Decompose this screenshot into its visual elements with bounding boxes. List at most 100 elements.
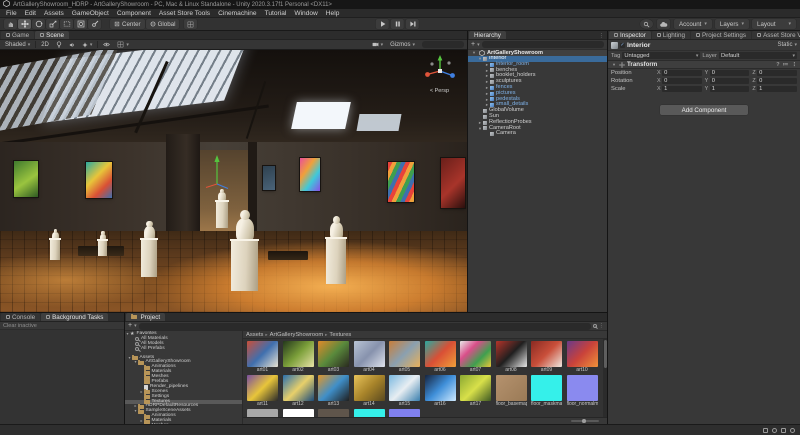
- layout-dropdown[interactable]: Layout▾: [752, 19, 796, 29]
- console-status-icon[interactable]: [763, 428, 768, 433]
- progress-status-icon[interactable]: [772, 428, 777, 433]
- expand-arrow-icon[interactable]: ▾: [611, 62, 617, 68]
- asset-thumb-art08[interactable]: art08: [496, 341, 527, 373]
- menu-item-assets[interactable]: Assets: [40, 10, 68, 17]
- tab-hierarchy[interactable]: Hierarchy: [469, 31, 506, 39]
- asset-thumb-art12[interactable]: art12: [283, 375, 314, 407]
- hierarchy-search-input[interactable]: [482, 41, 604, 48]
- transform-tool-button[interactable]: [74, 19, 87, 29]
- scene-lighting-toggle[interactable]: [54, 41, 64, 49]
- asset-thumb-floor-maskmap[interactable]: floor_maskmap: [531, 375, 562, 407]
- value-input[interactable]: 1: [710, 86, 750, 93]
- breadcrumb-segment-assets[interactable]: Assets: [246, 332, 263, 338]
- tab-lighting[interactable]: Lighting: [652, 31, 690, 39]
- tab-scene[interactable]: Scene: [35, 31, 69, 39]
- breadcrumb-segment-textures[interactable]: Textures: [329, 332, 351, 338]
- menu-item-file[interactable]: File: [2, 10, 21, 17]
- menu-item-gameobject[interactable]: GameObject: [68, 10, 113, 17]
- menu-item-help[interactable]: Help: [322, 10, 344, 17]
- scene-viewport[interactable]: < Persp: [0, 50, 467, 312]
- tab-project[interactable]: Project: [126, 313, 165, 321]
- value-input[interactable]: 0: [757, 78, 797, 85]
- presets-icon[interactable]: ≔: [783, 62, 789, 68]
- step-button[interactable]: [406, 19, 419, 29]
- pause-button[interactable]: [391, 19, 404, 29]
- account-dropdown[interactable]: Account▾: [674, 19, 712, 29]
- asset-thumb-art06[interactable]: art06: [425, 341, 456, 373]
- value-input[interactable]: 1: [662, 86, 702, 93]
- scene-grid-dropdown[interactable]: ▾: [115, 41, 131, 49]
- layers-dropdown[interactable]: Layers▾: [715, 19, 749, 29]
- value-input[interactable]: 1: [757, 86, 797, 93]
- tab-project-settings[interactable]: Project Settings: [691, 31, 751, 39]
- static-dropdown[interactable]: Static ▾: [777, 42, 797, 48]
- play-button[interactable]: [376, 19, 389, 29]
- value-input[interactable]: 0: [662, 78, 702, 85]
- asset-thumb-art01[interactable]: art01: [247, 341, 278, 373]
- tab-asset-store-validator[interactable]: Asset Store Validator: [752, 31, 800, 39]
- move-tool-button[interactable]: [18, 19, 31, 29]
- scene-visibility-toggle[interactable]: [101, 41, 112, 49]
- component-menu-icon[interactable]: ⋮: [792, 62, 798, 68]
- panel-menu-icon[interactable]: ⋮: [599, 33, 605, 39]
- cloud-collab-button[interactable]: [657, 19, 670, 29]
- scene-camera-dropdown[interactable]: ▾: [370, 41, 386, 49]
- scale-tool-button[interactable]: [46, 19, 59, 29]
- tab-inspector[interactable]: Inspector: [609, 31, 651, 39]
- menu-item-component[interactable]: Component: [113, 10, 155, 17]
- 2d-toggle[interactable]: 2D: [39, 41, 51, 49]
- gameobject-name[interactable]: Interior: [627, 42, 775, 49]
- panel-menu-icon[interactable]: ⋮: [599, 323, 605, 329]
- breadcrumb-segment-artgalleryshowroom[interactable]: ArtGalleryShowroom: [270, 332, 323, 338]
- tab-console[interactable]: Console: [1, 313, 40, 321]
- project-search-input[interactable]: [139, 323, 591, 330]
- help-icon[interactable]: ?: [776, 62, 779, 68]
- asset-thumb-floor-basemap[interactable]: floor_basemap: [496, 375, 527, 407]
- scene-search-input[interactable]: [422, 41, 464, 48]
- tag-dropdown[interactable]: Untagged ▾: [622, 52, 700, 59]
- asset-thumb-art04[interactable]: art04: [354, 341, 385, 373]
- asset-thumb-art03[interactable]: art03: [318, 341, 349, 373]
- value-input[interactable]: 0: [662, 70, 702, 77]
- asset-thumb-art07[interactable]: art07: [460, 341, 491, 373]
- menu-item-tutorial[interactable]: Tutorial: [261, 10, 291, 17]
- hierarchy-item-camera[interactable]: Camera: [468, 131, 607, 137]
- custom-tool-button[interactable]: [88, 19, 101, 29]
- slider-knob[interactable]: [582, 419, 586, 423]
- asset-thumb-floor-normalmap[interactable]: floor_normalmap: [567, 375, 598, 407]
- activity-status-icon[interactable]: [781, 428, 786, 433]
- asset-thumb-art02[interactable]: art02: [283, 341, 314, 373]
- value-input[interactable]: 0: [710, 78, 750, 85]
- search-button[interactable]: [640, 19, 653, 29]
- rect-tool-button[interactable]: [60, 19, 73, 29]
- gizmos-dropdown[interactable]: Gizmos ▾: [388, 41, 417, 49]
- asset-thumb-art16[interactable]: art16: [425, 375, 456, 407]
- asset-thumb-art15[interactable]: art15: [389, 375, 420, 407]
- scrollbar[interactable]: [603, 339, 607, 417]
- menu-item-edit[interactable]: Edit: [21, 10, 40, 17]
- collab-status-icon[interactable]: [790, 428, 795, 433]
- tab-game[interactable]: Game: [1, 31, 34, 39]
- value-input[interactable]: 0: [757, 70, 797, 77]
- menu-item-cinemachine[interactable]: Cinemachine: [214, 10, 260, 17]
- create-add-button[interactable]: +: [471, 42, 475, 48]
- space-toggle-button[interactable]: Global: [146, 19, 180, 29]
- asset-thumb-art17[interactable]: art17: [460, 375, 491, 407]
- asset-thumb-art13[interactable]: art13: [318, 375, 349, 407]
- shading-mode-dropdown[interactable]: Shaded ▾: [3, 41, 32, 49]
- rotate-tool-button[interactable]: [32, 19, 45, 29]
- active-checkbox[interactable]: ✓: [620, 43, 625, 48]
- transform-component-header[interactable]: ▾ Transform ? ≔ ⋮: [608, 60, 800, 69]
- asset-thumb-art05[interactable]: art05: [389, 341, 420, 373]
- view-tool-button[interactable]: [4, 19, 17, 29]
- add-component-button[interactable]: Add Component: [660, 105, 748, 115]
- orientation-gizmo[interactable]: [423, 54, 457, 88]
- asset-thumb-art09[interactable]: art09: [531, 341, 562, 373]
- asset-thumb-art14[interactable]: art14: [354, 375, 385, 407]
- menu-item-asset-store-tools[interactable]: Asset Store Tools: [155, 10, 214, 17]
- menu-item-window[interactable]: Window: [290, 10, 321, 17]
- pivot-toggle-button[interactable]: Center: [110, 19, 145, 29]
- scrollbar-thumb[interactable]: [604, 340, 607, 368]
- perspective-label[interactable]: < Persp: [430, 88, 449, 94]
- value-input[interactable]: 0: [710, 70, 750, 77]
